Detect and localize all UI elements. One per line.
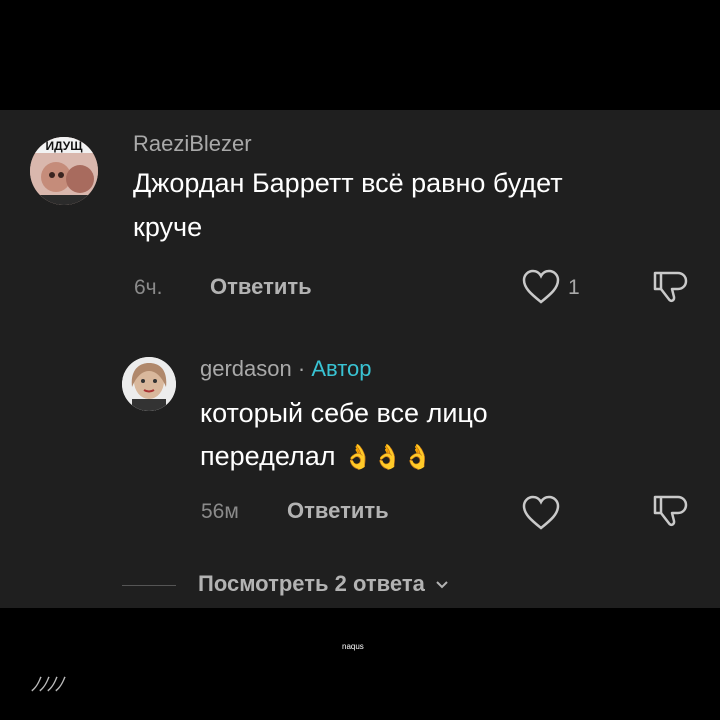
signature-mark: ﾉﾉﾉﾉ [30, 672, 64, 696]
author-badge: Автор [311, 356, 372, 381]
view-replies-label: Посмотреть 2 ответа [198, 571, 425, 596]
avatar-caption: ИДУЩ [45, 139, 83, 153]
chevron-down-icon [436, 581, 448, 589]
comment-time: 6ч. [134, 276, 163, 299]
reply-text-line1: который себе все лицо [200, 398, 488, 428]
view-replies-button[interactable]: Посмотреть 2 ответа [198, 571, 449, 597]
comment-text-line1: Джордан Барретт всё равно будет [133, 168, 563, 198]
like-count: 1 [568, 276, 580, 299]
reply-button[interactable]: Ответить [287, 498, 389, 524]
replies-divider [122, 585, 176, 586]
avatar[interactable] [122, 357, 176, 411]
dislike-icon[interactable] [650, 270, 690, 304]
comment-username[interactable]: RaeziBlezer [133, 131, 252, 157]
reply-username[interactable]: gerdason [200, 356, 292, 381]
avatar-photo: ИДУЩ [30, 137, 98, 205]
heart-icon[interactable] [521, 269, 561, 305]
watermark: naqus [342, 642, 364, 651]
dislike-icon[interactable] [650, 494, 690, 528]
heart-icon[interactable] [521, 495, 561, 531]
ok-hand-emoji: 👌👌👌 [343, 443, 433, 471]
reply-text-line2-text: переделал [200, 441, 336, 471]
separator: · [297, 356, 306, 381]
reply-header: gerdason · Автор [200, 356, 372, 382]
reply-button[interactable]: Ответить [210, 274, 312, 300]
avatar-photo [122, 357, 176, 411]
reply-text-line2: переделал 👌👌👌 [200, 439, 433, 474]
reply-time: 56м [201, 500, 239, 523]
comment-text-line2: круче [133, 212, 203, 242]
avatar[interactable]: ИДУЩ [30, 137, 98, 205]
